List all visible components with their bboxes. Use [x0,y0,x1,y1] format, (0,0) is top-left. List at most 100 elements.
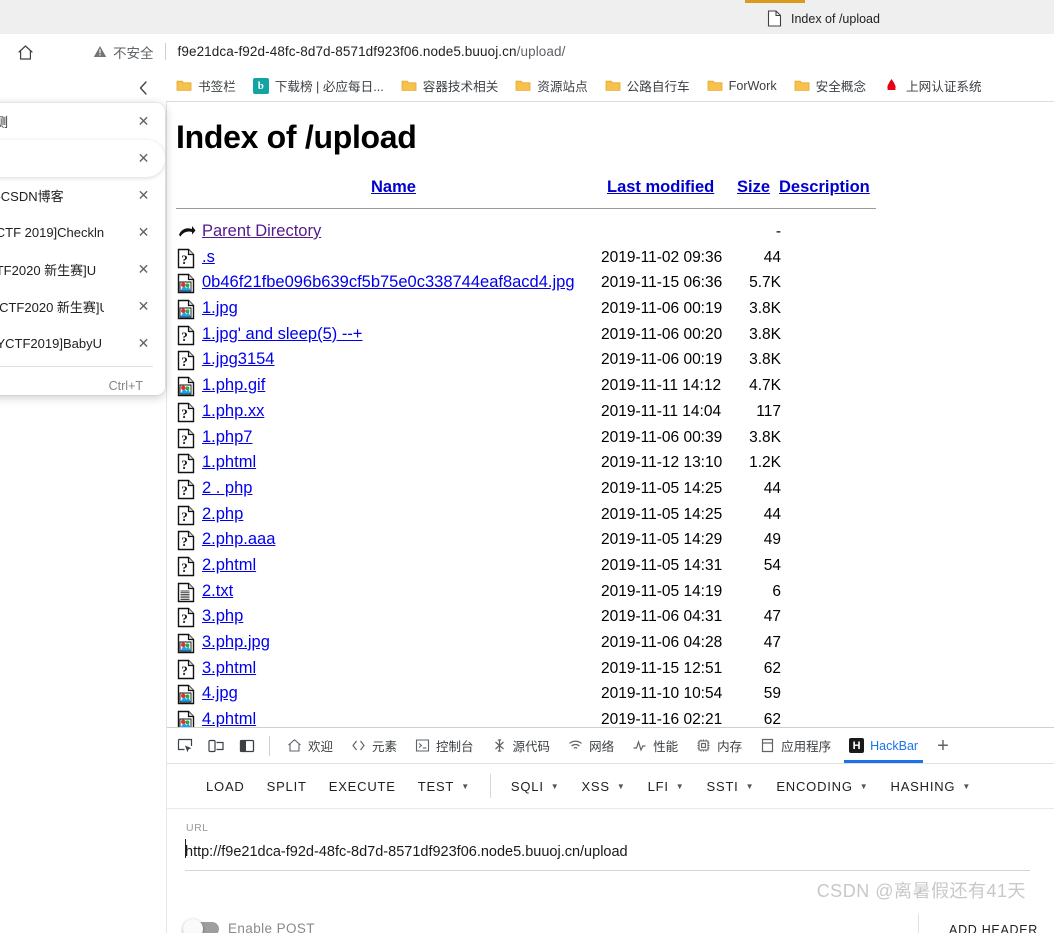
file-link[interactable]: 2.php [202,503,243,526]
column-header-description[interactable]: Description [779,178,870,197]
file-link[interactable]: 1.jpg [202,297,238,320]
tab-search-item[interactable]: eb [GXYCTF2019]BabyU ✕ [0,325,165,362]
file-link[interactable]: 3.php.jpg [202,631,270,654]
add-header-button[interactable]: ADD HEADER [949,923,1038,933]
hackbar-button-xss[interactable]: XSS ▼ [570,773,636,800]
chevron-down-icon[interactable]: ▼ [617,782,626,791]
hackbar-button-execute[interactable]: EXECUTE [318,773,407,800]
file-link[interactable]: 2.php.aaa [202,528,275,551]
close-icon[interactable]: ✕ [136,336,151,351]
hackbar-button-lfi[interactable]: LFI ▼ [637,773,696,800]
plus-icon[interactable]: + [937,736,949,756]
column-header-size[interactable]: Size [737,178,770,197]
hackbar-button-sqli[interactable]: SQLI ▼ [500,773,571,800]
bookmark-resource-sites[interactable]: 资源站点 [515,76,588,95]
file-link[interactable]: 1.phtml [202,451,256,474]
bookmark-forwork[interactable]: ForWork [707,79,777,93]
bookmark-network-auth[interactable]: 上网认证系统 [883,76,982,95]
file-link[interactable]: 4.jpg [202,682,238,705]
inspect-element-icon[interactable] [172,733,198,759]
memory-icon [696,738,711,753]
file-link[interactable]: 0b46f21fbe096b639cf5b75e0c338744eaf8acd4… [202,271,575,294]
tab-search-item[interactable]: 在线评测 ✕ [0,103,165,140]
chevron-down-icon[interactable]: ▼ [676,782,685,791]
close-icon[interactable]: ✕ [136,114,151,129]
column-header-last-modified[interactable]: Last modified [607,178,714,197]
bookmark-security-concepts[interactable]: 安全概念 [794,76,866,95]
close-icon[interactable]: ✕ [136,225,151,240]
dock-side-icon[interactable] [234,733,260,759]
file-link[interactable]: 4.phtml [202,708,256,727]
chevron-left-icon[interactable] [133,78,153,98]
file-link[interactable]: 2.phtml [202,554,256,577]
watermark-text: CSDN @离暑假还有41天 [816,881,1026,901]
chevron-down-icon[interactable]: ▼ [551,782,560,791]
devtools-tab-hackbar[interactable]: H HackBar [840,728,927,763]
file-link[interactable]: 3.php [202,605,243,628]
chevron-down-icon[interactable]: ▼ [746,782,755,791]
close-icon[interactable]: ✕ [136,151,151,166]
enable-post-toggle[interactable]: Enable POST [183,918,315,933]
device-toolbar-icon[interactable] [203,733,229,759]
bookmark-road-bike[interactable]: 公路自行车 [605,76,690,95]
browser-tab-index-of-upload[interactable]: Index of /upload [745,3,995,34]
tab-search-item[interactable]: 有41天-CSDN博客 ✕ [0,177,165,214]
file-link[interactable]: 1.jpg' and sleep(5) --+ [202,323,362,346]
devtools-tab-label: 网络 [589,740,615,754]
devtools-tab-application[interactable]: 应用程序 [751,728,840,763]
tab-search-item[interactable]: eb [SUCTF 2019]Checkln ✕ [0,214,165,251]
bookmarks-bar: 书签栏 b 下载榜 | 必应每日... 容器技术相关 资源站点 公路自行车 Fo… [0,70,1054,101]
devtools-tab-memory[interactable]: 内存 [687,728,751,763]
file-size: 3.8K [749,300,781,318]
file-link[interactable]: 3.phtml [202,657,256,680]
tab-search-item[interactable]: eb [ACTF2020 新生赛]U ✕ [0,251,165,288]
column-header-name[interactable]: Name [371,178,416,197]
file-link[interactable]: 1.jpg3154 [202,348,275,371]
devtools-tab-sources[interactable]: 源代码 [483,728,560,763]
svg-text:?: ? [181,252,188,267]
directory-listing: Parent Directory -? .s 2019-11-02 09:36 44 0b… [176,220,876,727]
devtools-tab-network[interactable]: 网络 [559,728,623,763]
bookmark-container-tech[interactable]: 容器技术相关 [401,76,498,95]
tab-search-item[interactable]: /upload ✕ [0,140,165,177]
devtools-tab-home[interactable]: 欢迎 [278,728,342,763]
tab-search-item[interactable]: -Web[ACTF2020 新生赛]U ✕ [0,288,165,325]
hackbar-button-test[interactable]: TEST ▼ [407,773,481,800]
bookmark-bing-daily[interactable]: b 下载榜 | 必应每日... [252,76,384,95]
bookmark-label: ForWork [728,78,777,93]
tab-search-item-label: eb [SUCTF 2019]Checkln [0,225,104,240]
home-icon[interactable] [12,39,38,65]
hackbar-button-hashing[interactable]: HASHING ▼ [880,773,983,800]
bookmark-shuqianlan[interactable]: 书签栏 [176,76,236,95]
new-tab-shortcut: Ctrl+T [108,379,143,393]
chevron-down-icon[interactable]: ▼ [962,782,971,791]
close-icon[interactable]: ✕ [136,188,151,203]
site-security-status[interactable]: 不安全 [93,42,154,62]
hackbar-button-ssti[interactable]: SSTI ▼ [696,773,766,800]
file-link[interactable]: .s [202,246,215,269]
address-bar[interactable]: 不安全 f9e21dca-f92d-48fc-8d7d-8571df923f06… [80,36,985,67]
hackbar-button-label: XSS [581,778,610,794]
hackbar-button-encoding[interactable]: ENCODING ▼ [765,773,879,800]
hackbar-url-input[interactable] [185,838,1030,866]
devtools-tab-elements[interactable]: 元素 [342,728,406,763]
toggle-switch[interactable] [183,918,219,933]
chevron-down-icon[interactable]: ▼ [461,782,470,791]
svg-text:?: ? [181,406,188,421]
close-icon[interactable]: ✕ [136,299,151,314]
file-link[interactable]: 2 . php [202,477,252,500]
file-link[interactable]: 1.php.xx [202,400,264,423]
hackbar-button-load[interactable]: LOAD [195,773,256,800]
close-icon[interactable]: ✕ [136,262,151,277]
tab-search-new-tab[interactable]: 页 Ctrl+T [0,371,165,395]
devtools-tab-performance[interactable]: 性能 [623,728,687,763]
unknown-file-icon: ? [176,248,196,269]
devtools-tab-console[interactable]: 控制台 [406,728,483,763]
chevron-down-icon[interactable]: ▼ [860,782,869,791]
file-link[interactable]: 1.php.gif [202,374,265,397]
file-link[interactable]: 2.txt [202,580,233,603]
file-link[interactable]: Parent Directory [202,220,321,243]
file-link[interactable]: 1.php7 [202,426,252,449]
table-row: ? 1.jpg3154 2019-11-06 00:19 3.8K [176,348,876,374]
hackbar-button-split[interactable]: SPLIT [256,773,318,800]
